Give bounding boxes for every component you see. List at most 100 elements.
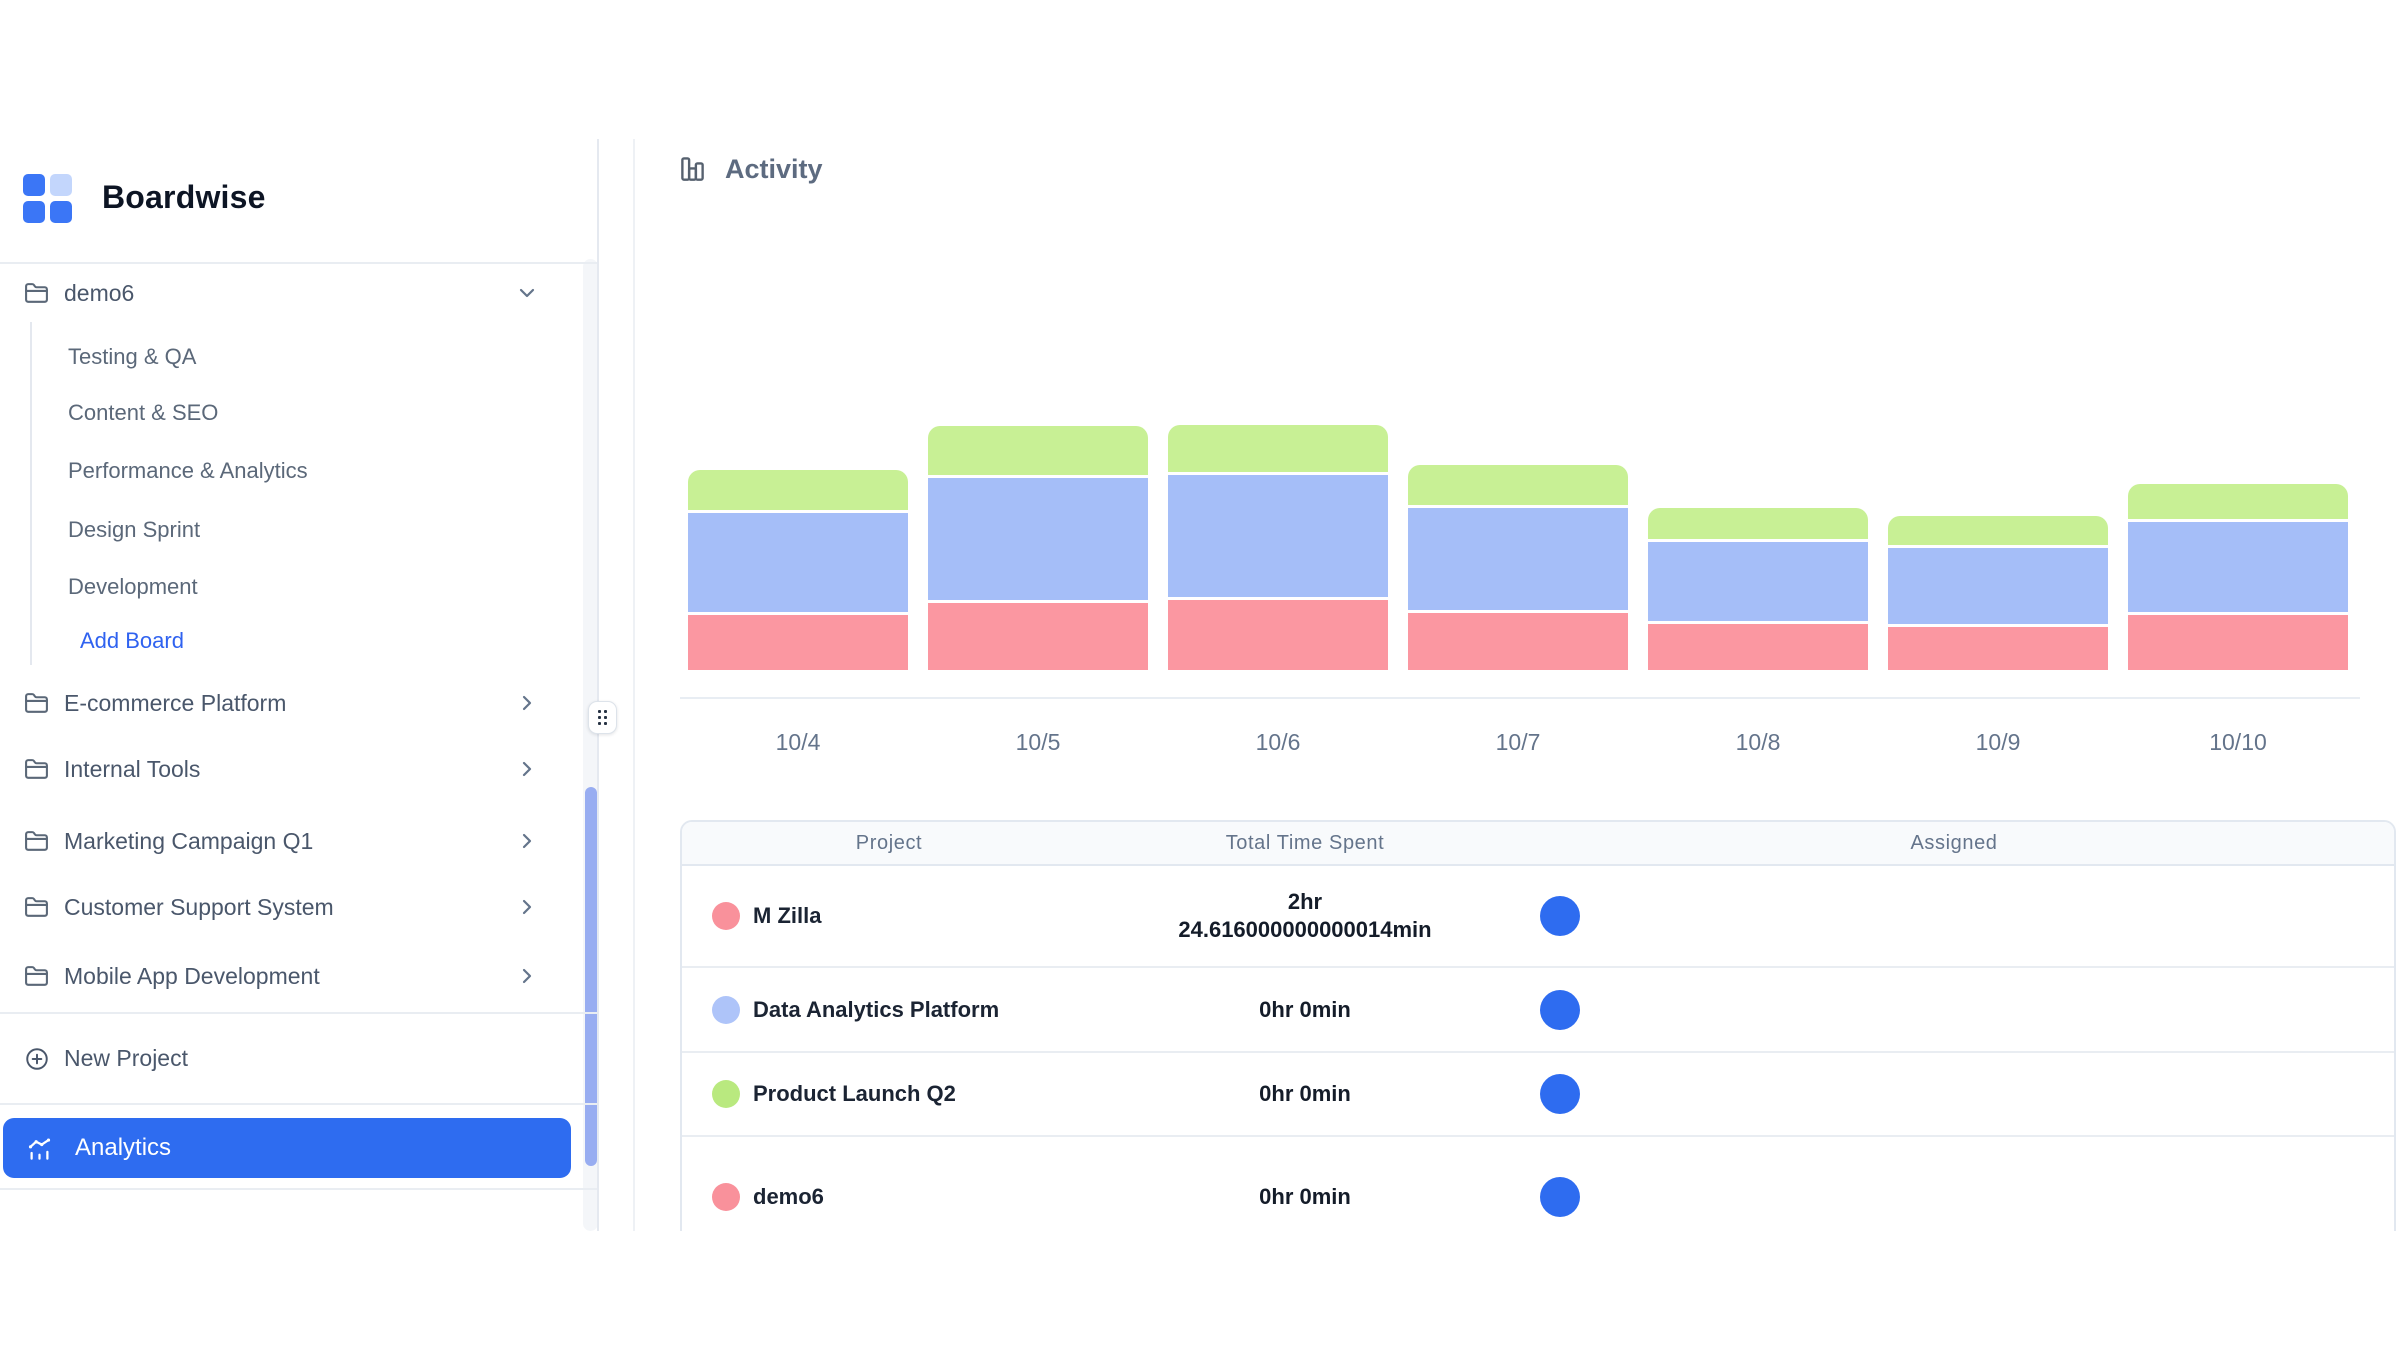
sidebar-board-mobile-app-development[interactable]: Mobile App Development [0,954,597,998]
bar-segment-product-launch-q2[interactable] [1168,425,1388,472]
x-tick-label: 10/7 [1448,729,1588,756]
bar-segment-m-zilla[interactable] [1168,600,1388,670]
sidebar-board-item-design-sprint[interactable]: Design Sprint [0,508,597,552]
sidebar-item-label: Content & SEO [68,400,218,426]
project-cell: Product Launch Q2 [682,1053,1096,1135]
chevron-right-icon[interactable] [515,829,539,853]
table-row-demo6[interactable]: demo6 0hr 0min [682,1137,2394,1231]
x-tick-label: 10/5 [968,729,1108,756]
logo-square [50,201,72,223]
bar-segment-m-zilla[interactable] [1888,627,2108,670]
logo-square [23,201,45,223]
assigned-cell [1514,1053,2394,1135]
folder-icon [24,829,49,854]
project-cell: demo6 [682,1137,1096,1231]
project-name: demo6 [753,1184,824,1210]
bar-segment-product-launch-q2[interactable] [2128,484,2348,519]
bar-segment-product-launch-q2[interactable] [1408,465,1628,505]
sidebar-board-item-performance-analytics[interactable]: Performance & Analytics [0,449,597,493]
bar-segment-data-analytics-platform[interactable] [928,478,1148,600]
bar-segment-data-analytics-platform[interactable] [1888,548,2108,624]
bar-segment-data-analytics-platform[interactable] [1168,475,1388,597]
sidebar-board-item-development[interactable]: Development [0,565,597,609]
bar-segment-data-analytics-platform[interactable] [1408,508,1628,610]
avatar[interactable] [1540,896,1580,936]
bar-segment-product-launch-q2[interactable] [928,426,1148,475]
chevron-right-icon[interactable] [515,964,539,988]
activity-summary-table: Project Total Time Spent Assigned M Zill… [680,820,2396,1231]
bar-chart-icon [678,154,708,184]
sidebar-item-analytics[interactable]: Analytics [3,1118,571,1178]
sidebar-item-label: Internal Tools [64,756,200,783]
boardwise-logo-icon [23,174,73,223]
x-tick-label: 10/10 [2168,729,2308,756]
stacked-bar-10-6[interactable] [1168,425,1388,670]
sidebar-resize-grip-icon[interactable] [588,701,617,734]
bar-segment-m-zilla[interactable] [688,615,908,670]
stacked-bar-10-4[interactable] [688,470,908,670]
bar-segment-data-analytics-platform[interactable] [688,513,908,612]
sidebar-board-demo6[interactable]: demo6 [0,271,597,315]
folder-icon [24,964,49,989]
bar-segment-m-zilla[interactable] [2128,615,2348,670]
sidebar-item-label: Analytics [75,1134,171,1162]
sidebar-board-e-commerce-platform[interactable]: E-commerce Platform [0,681,597,725]
chevron-right-icon[interactable] [515,691,539,715]
new-project-button[interactable]: New Project [0,1036,597,1080]
chevron-down-icon[interactable] [515,281,539,305]
x-axis-line [680,697,2360,699]
stacked-bar-10-10[interactable] [2128,484,2348,670]
main-panel-left-border [633,139,635,1231]
stacked-bar-10-8[interactable] [1648,508,1868,670]
folder-icon [24,281,49,306]
sidebar-board-item-testing-qa[interactable]: Testing & QA [0,335,597,379]
app-viewport: Boardwise demo6 Testing & QA Content & SEO… [0,139,2400,1231]
analytics-chart-icon [26,1135,53,1162]
avatar[interactable] [1540,1177,1580,1217]
sidebar-board-item-content-seo[interactable]: Content & SEO [0,391,597,435]
chevron-right-icon[interactable] [515,757,539,781]
project-name: M Zilla [753,903,821,929]
bar-segment-data-analytics-platform[interactable] [2128,522,2348,612]
sidebar-item-label: Testing & QA [68,344,196,370]
total-time-line: 0hr 0min [1259,1080,1351,1108]
table-row-product-launch-q2[interactable]: Product Launch Q2 0hr 0min [682,1053,2394,1137]
sidebar-board-internal-tools[interactable]: Internal Tools [0,747,597,791]
project-name: Product Launch Q2 [753,1081,956,1107]
table-header-row: Project Total Time Spent Assigned [682,822,2394,866]
table-row-data-analytics-platform[interactable]: Data Analytics Platform0hr 0min [682,968,2394,1053]
bar-segment-product-launch-q2[interactable] [1648,508,1868,539]
bar-segment-m-zilla[interactable] [1648,624,1868,670]
bar-segment-data-analytics-platform[interactable] [1648,542,1868,621]
x-tick-label: 10/4 [728,729,868,756]
avatar[interactable] [1540,990,1580,1030]
sidebar-board-customer-support-system[interactable]: Customer Support System [0,885,597,929]
stacked-bar-10-9[interactable] [1888,516,2108,670]
stacked-bar-10-7[interactable] [1408,465,1628,670]
app-title: Boardwise [102,179,266,216]
add-board-button[interactable]: Add Board [0,619,597,663]
logo-square [23,174,45,196]
sidebar-item-label: Add Board [80,628,184,654]
project-color-dot [712,902,740,930]
sidebar-divider [597,139,599,1231]
project-cell: M Zilla [682,866,1096,966]
bar-segment-m-zilla[interactable] [1408,613,1628,670]
x-tick-label: 10/6 [1208,729,1348,756]
bar-segment-product-launch-q2[interactable] [1888,516,2108,545]
project-color-dot [712,1080,740,1108]
page-title: Activity [725,154,823,185]
sidebar-item-label: Development [68,574,198,600]
avatar[interactable] [1540,1074,1580,1114]
bar-segment-product-launch-q2[interactable] [688,470,908,510]
sidebar-item-label: Customer Support System [64,894,334,921]
stacked-bar-10-5[interactable] [928,426,1148,670]
bar-segment-m-zilla[interactable] [928,603,1148,670]
total-time-line: 0hr 0min [1259,1183,1351,1211]
sidebar-board-marketing-campaign-q1[interactable]: Marketing Campaign Q1 [0,819,597,863]
table-row-m-zilla[interactable]: M Zilla 2hr24.616000000000014min [682,866,2394,968]
sidebar-divider-mid [0,1012,597,1014]
plus-circle-icon [24,1046,49,1071]
total-time-cell: 2hr24.616000000000014min [1096,866,1514,966]
chevron-right-icon[interactable] [515,895,539,919]
